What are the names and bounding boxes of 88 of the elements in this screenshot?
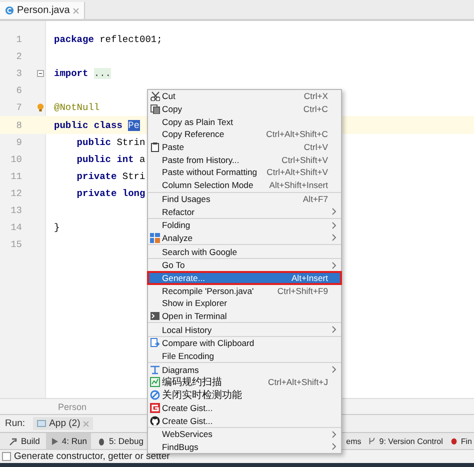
tool-window-tab[interactable]: 5: Debug [92,433,148,449]
menu-item[interactable]: Cut Ctrl+X [148,90,341,103]
editor-tab[interactable]: Person.java [0,2,85,19]
line-number: 14 [10,222,22,234]
menu-item[interactable]: Create Gist... [148,402,341,414]
menu-item[interactable]: Compare with Clipboard [148,337,341,350]
branch-icon [368,437,376,445]
keyword: public [76,136,112,148]
menu-item[interactable]: Generate... Alt+Insert [148,272,341,284]
diagram-icon [150,364,160,375]
menu-item[interactable]: WebServices [148,428,341,441]
menu-item[interactable]: Recompile 'Person.java' Ctrl+Shift+F9 [148,284,341,297]
status-message: Generate constructor, getter or setter [14,451,170,462]
status-icon [2,452,11,461]
line-number: 2 [15,51,22,62]
menu-item[interactable]: 编码规约扫描 Ctrl+Alt+Shift+J [148,376,341,389]
tool-window-tab[interactable]: 4: Run [46,433,91,449]
menu-item[interactable]: Local History [148,323,341,336]
compare-icon [150,338,160,348]
keyword: int [116,154,134,165]
tool-window-tab[interactable]: 9: Version Control [366,433,445,449]
menu-item[interactable]: Column Selection Mode Alt+Shift+Insert [148,178,341,192]
keyword: public [76,154,112,165]
copy-icon [150,104,160,114]
menu-item[interactable]: Go To [148,258,341,272]
selected-text: Pe [128,120,140,131]
tool-window-tab[interactable]: ems [344,433,364,449]
keyword: package [54,34,94,46]
menu-item[interactable]: Create Gist... [148,414,341,427]
code-text: } [54,222,60,234]
line-number: 3 [15,68,22,80]
menu-item[interactable]: Folding [148,218,341,232]
menu-item[interactable]: Paste Ctrl+V [148,140,341,154]
chart-icon [150,377,160,388]
logo-icon [150,402,160,413]
line-number: 15 [10,239,22,250]
menu-item[interactable]: Show in Explorer [148,297,341,310]
menu-item[interactable]: Copy Ctrl+C [148,102,341,116]
menu-item[interactable]: Analyze [148,232,341,244]
menu-item[interactable]: File Encoding [148,350,341,362]
code-text: Stri [122,170,146,182]
menu-item[interactable]: Find Usages Alt+F7 [148,192,341,206]
keyword: private [76,188,117,199]
code-text: a [140,154,146,165]
menu-item[interactable]: Paste from History... Ctrl+Shift+V [148,153,341,166]
code-text: reflect001; [100,34,162,46]
cat-logo-icon [150,416,160,426]
folded-code: ... [94,68,112,80]
line-number: 10 [10,154,22,165]
tool-window-tab[interactable]: Build [5,433,44,449]
scissors-icon [150,91,160,102]
annotation: @NotNull [54,102,100,114]
menu-item[interactable]: Search with Google [148,245,341,258]
close-icon[interactable] [72,8,79,14]
clipboard-icon [150,142,160,152]
lightbulb-icon[interactable] [37,103,44,112]
menu-item[interactable]: 关闭实时检测功能 [148,388,341,402]
keyword: import [54,68,88,80]
run-label: Run: [5,418,26,429]
app-icon [37,419,46,428]
line-number: 7 [15,102,22,114]
blocks-icon [150,232,160,243]
tool-window-tab[interactable]: Fin [448,433,474,449]
line-number: 13 [10,204,22,216]
prohibited-icon [150,390,160,400]
menu-item[interactable]: Open in Terminal [148,310,341,322]
run-tab[interactable]: App (2) [33,417,94,430]
keyword: private [76,170,117,182]
menu-item[interactable]: Paste without Formatting Ctrl+Alt+Shift+V [148,166,341,179]
menu-item[interactable]: Copy Reference Ctrl+Alt+Shift+C [148,128,341,141]
terminal-icon [150,311,160,322]
keyword: long [122,188,146,199]
fold-icon[interactable] [37,70,44,78]
code-text: Strin [116,136,146,148]
menu-item[interactable]: Diagrams [148,363,341,376]
line-number: 9 [15,136,22,148]
line-number: 1 [15,34,22,46]
class-icon [5,6,14,15]
menu-item[interactable]: FindBugs [148,440,341,454]
play-icon [50,436,59,446]
line-number: 11 [10,170,22,182]
keyword: class [94,120,122,131]
line-number: 8 [15,120,22,131]
menu-item[interactable]: Refactor [148,205,341,218]
line-number: 12 [10,188,22,199]
menu-item[interactable]: Copy as Plain Text [148,115,341,128]
line-number: 6 [15,85,22,96]
keyword: public [54,120,88,131]
